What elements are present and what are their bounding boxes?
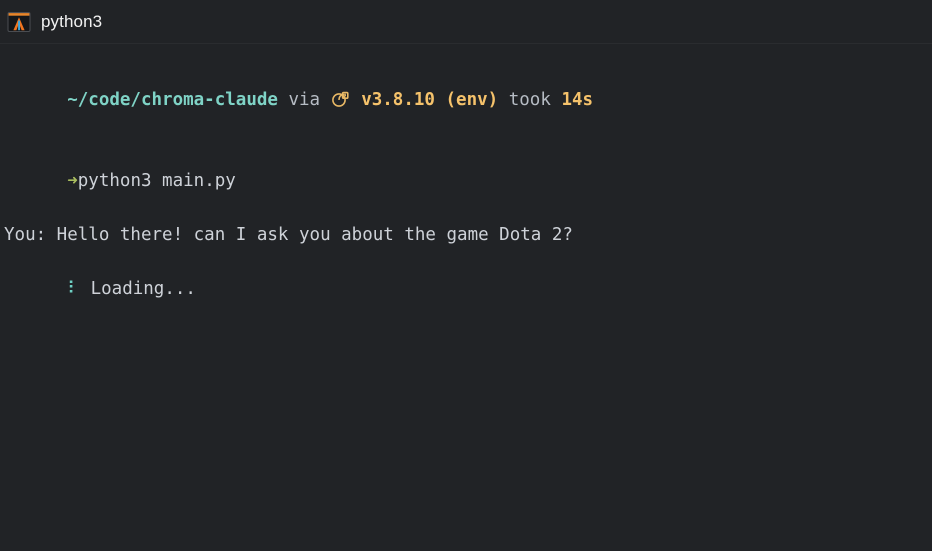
window-titlebar: python3 xyxy=(0,0,932,44)
window-title: python3 xyxy=(41,11,103,31)
spinner-icon: ⠇ xyxy=(67,279,81,299)
python-env: (env) xyxy=(445,90,499,110)
loading-text: Loading... xyxy=(90,279,196,299)
prompt-via-label: via xyxy=(288,90,321,110)
prompt-status-line: ~/code/chroma-claude via v3.8.10 (env) t… xyxy=(4,60,924,141)
terminal-window: python3 ~/code/chroma-claude via v3.8.10… xyxy=(0,0,932,551)
prompt-path: ~/code/chroma-claude xyxy=(67,90,278,110)
took-label: took xyxy=(508,90,551,110)
loading-line: ⠇ Loading... xyxy=(4,249,924,330)
command-line: ➜python3 main.py xyxy=(4,141,924,222)
python-version: v3.8.10 xyxy=(361,90,435,110)
python-snake-icon xyxy=(331,91,349,107)
python-app-icon xyxy=(7,11,31,32)
command-duration: 14s xyxy=(561,90,594,110)
command-text: python3 main.py xyxy=(77,171,236,191)
prompt-arrow-icon: ➜ xyxy=(67,171,78,191)
terminal-content[interactable]: ~/code/chroma-claude via v3.8.10 (env) t… xyxy=(0,44,932,551)
user-message-line: You: Hello there! can I ask you about th… xyxy=(4,225,573,245)
